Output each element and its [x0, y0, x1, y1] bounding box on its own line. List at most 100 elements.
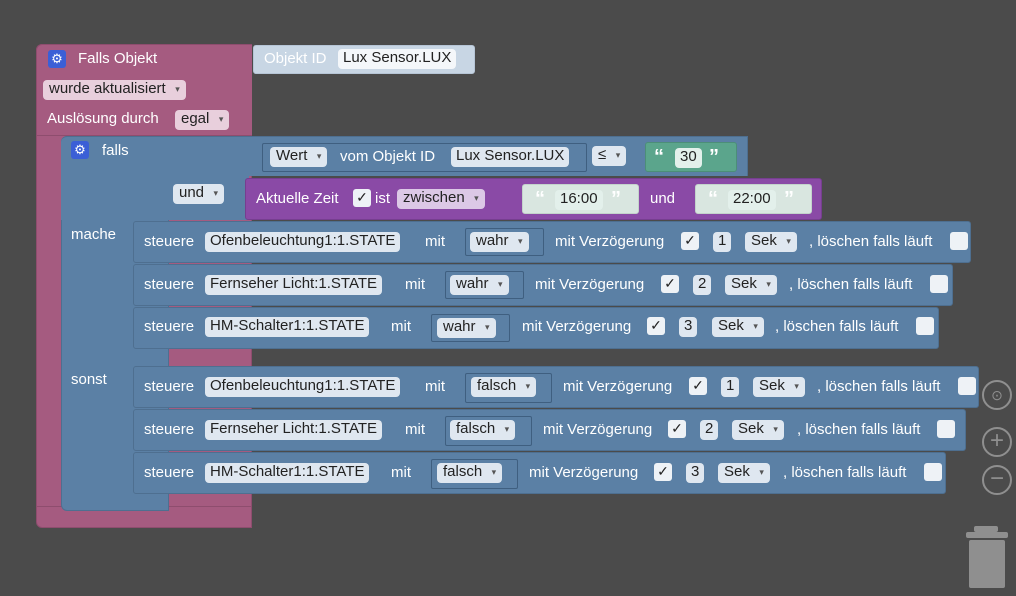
current-time-label: Aktuelle Zeit: [256, 190, 339, 207]
mit-label: mit: [391, 464, 411, 481]
unit-dropdown[interactable]: Sek ▾: [732, 420, 784, 440]
unit-dropdown[interactable]: Sek ▾: [712, 317, 764, 337]
end-time-field[interactable]: 22:00: [728, 190, 776, 210]
unit-dropdown[interactable]: Sek ▾: [753, 377, 805, 397]
threshold-field[interactable]: 30: [675, 148, 702, 168]
target-object-field[interactable]: HM-Schalter1:1.STATE: [205, 463, 370, 483]
target-object-field[interactable]: Ofenbeleuchtung1:1.STATE: [205, 377, 401, 397]
delay-field[interactable]: 3: [686, 463, 705, 483]
and-label: und: [650, 190, 676, 207]
value-dropdown[interactable]: falsch ▾: [437, 463, 503, 483]
delay-label: mit Verzögerung: [522, 318, 632, 335]
chevron-down-icon: ▾: [213, 188, 219, 198]
trigger-title: Falls Objekt: [78, 50, 158, 67]
value-dropdown[interactable]: wahr ▾: [437, 318, 496, 338]
clear-checkbox[interactable]: [937, 420, 955, 438]
value-dropdown[interactable]: falsch ▾: [471, 377, 537, 397]
steuere-label: steuere: [144, 421, 195, 438]
delay-field[interactable]: 2: [693, 275, 712, 295]
quote-close-icon: ”: [611, 188, 621, 210]
value-dropdown[interactable]: wahr ▾: [470, 232, 529, 252]
clear-checkbox[interactable]: [950, 232, 968, 250]
ist-label: ist: [375, 190, 390, 207]
chevron-down-icon: ▾: [504, 424, 510, 434]
chevron-down-icon: ▾: [773, 424, 778, 434]
steuere-label: steuere: [144, 464, 195, 481]
value-dropdown[interactable]: falsch ▾: [450, 420, 516, 440]
trash-icon[interactable]: [964, 526, 1012, 590]
mit-label: mit: [405, 276, 425, 293]
delay-checkbox[interactable]: ✓: [661, 275, 679, 293]
delay-label: mit Verzögerung: [535, 276, 645, 293]
delay-label: mit Verzögerung: [555, 233, 665, 250]
from-object-label: vom Objekt ID: [340, 148, 436, 165]
delay-field[interactable]: 1: [721, 377, 740, 397]
trigger-event-dropdown[interactable]: wurde aktualisiert ▾: [43, 80, 186, 100]
unit-dropdown[interactable]: Sek ▾: [725, 275, 777, 295]
steuere-label: steuere: [144, 233, 195, 250]
logic-op-dropdown[interactable]: und ▾: [173, 184, 225, 204]
unit-dropdown[interactable]: Sek ▾: [745, 232, 797, 252]
mit-label: mit: [425, 378, 445, 395]
chevron-down-icon: ▾: [316, 151, 322, 161]
clear-checkbox[interactable]: [958, 377, 976, 395]
value-dropdown[interactable]: wahr ▾: [450, 275, 509, 295]
quote-open-icon: “: [708, 188, 718, 210]
clear-checkbox[interactable]: [930, 275, 948, 293]
delay-field[interactable]: 2: [700, 420, 719, 440]
target-object-field[interactable]: Ofenbeleuchtung1:1.STATE: [205, 232, 401, 252]
property-dropdown[interactable]: Wert ▾: [270, 147, 328, 167]
clear-checkbox[interactable]: [916, 317, 934, 335]
delay-checkbox[interactable]: ✓: [689, 377, 707, 395]
chevron-down-icon: ▾: [497, 279, 503, 289]
ack-dropdown[interactable]: egal ▾: [175, 110, 230, 130]
delay-label: mit Verzögerung: [543, 421, 653, 438]
delay-checkbox[interactable]: ✓: [647, 317, 665, 335]
time-checkbox[interactable]: ✓: [353, 189, 371, 207]
center-target-icon[interactable]: ⊙: [982, 380, 1012, 410]
clear-label: , löschen falls läuft: [789, 276, 913, 293]
delay-checkbox[interactable]: ✓: [681, 232, 699, 250]
zoom-in-icon[interactable]: +: [982, 427, 1012, 457]
delay-checkbox[interactable]: ✓: [654, 463, 672, 481]
start-time-field[interactable]: 16:00: [555, 190, 603, 210]
chevron-down-icon: ▾: [474, 193, 479, 203]
mit-label: mit: [425, 233, 445, 250]
chevron-down-icon: ▾: [615, 150, 621, 160]
quote-open-icon: “: [654, 146, 664, 168]
chevron-down-icon: ▾: [753, 321, 758, 331]
delay-label: mit Verzögerung: [529, 464, 639, 481]
chevron-down-icon: ▾: [517, 236, 523, 246]
if-gear-icon[interactable]: ⚙: [71, 141, 89, 159]
delay-field[interactable]: 1: [713, 232, 732, 252]
delay-label: mit Verzögerung: [563, 378, 673, 395]
chevron-down-icon: ▾: [484, 322, 490, 332]
clear-label: , löschen falls läuft: [809, 233, 933, 250]
quote-open-icon: “: [535, 188, 545, 210]
steuere-label: steuere: [144, 318, 195, 335]
clear-checkbox[interactable]: [924, 463, 942, 481]
zoom-out-icon[interactable]: −: [982, 465, 1012, 495]
clear-label: , löschen falls läuft: [817, 378, 941, 395]
delay-checkbox[interactable]: ✓: [668, 420, 686, 438]
mache-label: mache: [71, 226, 117, 243]
trigger-gear-icon[interactable]: ⚙: [48, 50, 66, 68]
unit-dropdown[interactable]: Sek ▾: [718, 463, 770, 483]
target-object-field[interactable]: Fernseher Licht:1.STATE: [205, 275, 383, 295]
quote-close-icon: ”: [784, 188, 794, 210]
clear-label: , löschen falls läuft: [783, 464, 907, 481]
compare-object-field[interactable]: Lux Sensor.LUX: [451, 147, 570, 167]
clear-label: , löschen falls läuft: [775, 318, 899, 335]
objid-field[interactable]: Lux Sensor.LUX: [338, 49, 457, 69]
sonst-label: sonst: [71, 371, 107, 388]
falls-label: falls: [102, 142, 129, 159]
time-mode-dropdown[interactable]: zwischen ▾: [397, 189, 485, 209]
steuere-label: steuere: [144, 276, 195, 293]
quote-close-icon: ”: [709, 146, 719, 168]
chevron-down-icon: ▾: [759, 467, 764, 477]
delay-field[interactable]: 3: [679, 317, 698, 337]
target-object-field[interactable]: Fernseher Licht:1.STATE: [205, 420, 383, 440]
target-object-field[interactable]: HM-Schalter1:1.STATE: [205, 317, 370, 337]
operator-dropdown[interactable]: ≤ ▾: [592, 146, 627, 166]
ack-label: Auslösung durch: [47, 110, 159, 127]
